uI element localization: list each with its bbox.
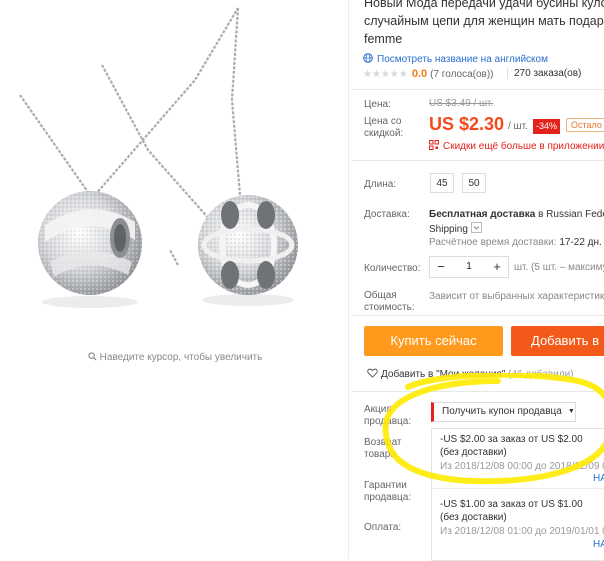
delivery-time-value: 17-22 дн. <box>556 237 602 248</box>
get-coupon-text[interactable]: Получить купон продавца <box>442 406 562 417</box>
translate-link-text[interactable]: Посмотреть название на английском <box>377 54 548 65</box>
quantity-stepper[interactable]: − 1 + <box>429 256 509 278</box>
coupon-date: Из 2018/12/08 00:00 до 2018/12/09 00: <box>440 461 604 472</box>
divider <box>352 89 604 90</box>
divider <box>352 391 604 392</box>
quantity-label: Количество: <box>364 263 421 274</box>
returns-label: Возврат товара <box>364 437 402 460</box>
chevron-down-icon[interactable] <box>470 222 482 233</box>
shipping-method[interactable]: Shipping <box>429 222 482 235</box>
delivery-time: Расчётное время доставки: 17-22 дн. <box>429 237 602 248</box>
panel-divider <box>348 0 349 559</box>
heart-plus-icon <box>367 368 378 378</box>
coupon-condition: (без доставки) <box>440 447 507 458</box>
price-unit: / шт. <box>508 121 528 132</box>
product-title: Новый Мода передачи удачи бусины кулон с… <box>364 0 604 48</box>
app-promo-text[interactable]: Скидки ещё больше в приложении <box>443 141 604 152</box>
coupon-get-link[interactable]: НА <box>593 473 604 484</box>
quantity-note: шт. (5 шт. – максиму <box>514 262 604 273</box>
add-to-cart-button[interactable]: Добавить в <box>511 326 604 356</box>
rating-value: 0.0 <box>411 68 428 80</box>
quantity-decrease-button[interactable]: − <box>430 257 452 277</box>
guarantee-label: Гарантии продавца: <box>364 480 412 503</box>
product-image[interactable] <box>0 0 350 340</box>
buy-now-button[interactable]: Купить сейчас <box>364 326 503 356</box>
coupon-amount: -US $1.00 за заказ от US $1.00 <box>440 499 583 510</box>
shipping-info: Бесплатная доставка в Russian Feder <box>429 209 604 220</box>
total-label: Общая стоимость: <box>364 290 415 313</box>
globe-icon <box>363 53 373 63</box>
zoom-hint: Наведите курсор, чтобы увеличить <box>0 352 350 363</box>
length-label: Длина: <box>364 179 397 190</box>
coupon-divider <box>432 488 604 489</box>
payment-label: Оплата: <box>364 522 402 533</box>
product-title-line: Новый Мода передачи удачи бусины кулон <box>364 0 604 10</box>
get-coupon-dropdown[interactable]: Получить купон продавца ▼ <box>431 402 576 422</box>
rating-row: ★★★★★ 0.0 (7 голоса(ов)) 270 заказа(ов) <box>363 68 581 80</box>
price-label: Цена: <box>364 99 391 110</box>
delivery-time-label: Расчётное время доставки: <box>429 237 557 248</box>
magnifier-icon <box>88 352 97 361</box>
shipping-method-text[interactable]: Shipping <box>429 224 468 235</box>
seller-promo-label: Акция продавца: <box>364 404 412 427</box>
orders-count: 270 заказа(ов) <box>507 68 581 79</box>
wishlist-link[interactable]: Добавить в "Мои желания" (46 добавили) <box>367 368 574 380</box>
translate-link[interactable]: Посмотреть название на английском <box>363 53 548 65</box>
wishlist-text[interactable]: Добавить в "Мои желания" <box>381 369 505 380</box>
time-remaining-badge: Остало <box>566 118 604 132</box>
star-rating-icons: ★★★★★ <box>363 69 408 80</box>
coupon-amount: -US $2.00 за заказ от US $2.00 <box>440 434 583 445</box>
old-price: US $3.49 / шт. <box>429 98 494 109</box>
zoom-hint-text: Наведите курсор, чтобы увеличить <box>99 352 263 363</box>
qr-code-icon <box>429 140 439 150</box>
free-shipping-text: Бесплатная доставка <box>429 209 536 220</box>
quantity-input[interactable]: 1 <box>452 257 486 277</box>
app-promo-link[interactable]: Скидки ещё больше в приложении <box>429 140 604 152</box>
coupon-list: -US $2.00 за заказ от US $2.00 (без дост… <box>431 428 604 561</box>
length-option-50[interactable]: 50 <box>462 173 486 193</box>
divider <box>352 315 604 316</box>
shipping-label: Доставка: <box>364 209 410 220</box>
divider <box>352 160 604 161</box>
product-title-line: femme <box>364 32 403 46</box>
shipping-destination[interactable]: в Russian Feder <box>535 209 604 220</box>
discount-badge: -34% <box>533 119 561 134</box>
caret-down-icon: ▼ <box>567 408 575 415</box>
product-title-line: случайным цепи для женщин мать подарок <box>364 14 604 28</box>
coupon-get-link[interactable]: НА <box>593 539 604 550</box>
length-option-45[interactable]: 45 <box>430 173 454 193</box>
votes-link[interactable]: (7 голоса(ов)) <box>430 69 493 80</box>
coupon-condition: (без доставки) <box>440 512 507 523</box>
current-price: US $2.30 <box>429 114 505 134</box>
coupon-date: Из 2018/12/08 01:00 до 2019/01/01 00: <box>440 526 604 537</box>
total-note: Зависит от выбранных характеристик т <box>429 291 604 302</box>
wishlist-count: (46 добавили) <box>508 369 574 380</box>
quantity-increase-button[interactable]: + <box>486 257 508 277</box>
discount-price-label: Цена со скидкой: <box>364 116 404 139</box>
